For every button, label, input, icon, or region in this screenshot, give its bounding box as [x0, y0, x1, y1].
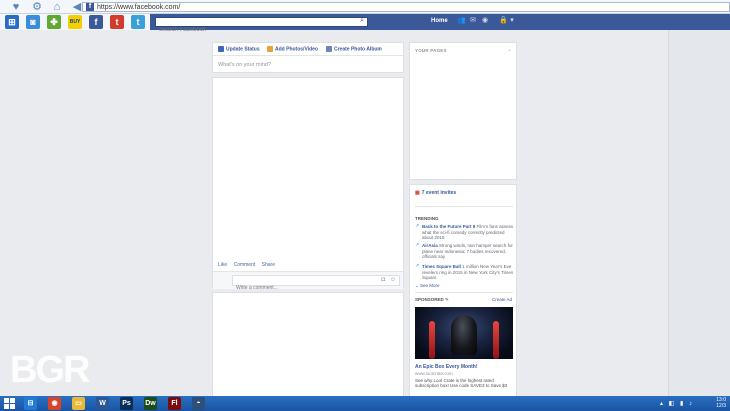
notifications-icon[interactable]: ◉ [481, 17, 489, 25]
calendar-icon: ▦ [415, 190, 420, 196]
messages-icon[interactable]: ✉ [469, 17, 477, 25]
update-status-button[interactable]: Update Status [218, 46, 260, 52]
facebook-icon[interactable]: f [89, 15, 103, 29]
sponsored-label: SPONSORED [415, 297, 444, 302]
news-feed-post [212, 292, 404, 397]
word-icon[interactable]: W [96, 397, 109, 410]
see-more-link[interactable]: ⌄ See More [415, 283, 440, 289]
start-button[interactable] [4, 398, 15, 409]
grid-app-icon[interactable]: ✤ [47, 15, 61, 29]
photoshop-icon[interactable]: Ps [120, 397, 133, 410]
app-icon[interactable]: ◓ [192, 397, 205, 410]
friend-requests-icon[interactable]: 👥 [457, 17, 466, 25]
divider [415, 292, 513, 293]
status-input[interactable]: What's on your mind? [218, 62, 271, 68]
home-icon[interactable]: ⌂ [51, 1, 63, 13]
bestbuy-icon[interactable]: BUY [68, 15, 82, 29]
lightsaber-glow [429, 321, 435, 359]
windows-logo-pane [10, 398, 15, 403]
trending-item[interactable]: ↗ Back to the Future Part II Film's fans… [415, 223, 515, 241]
twitter-icon[interactable]: t [131, 15, 145, 29]
ad-title[interactable]: An Epic Box Every Month! [415, 364, 478, 370]
add-photos-button[interactable]: Add Photos/Video [267, 46, 318, 52]
app-icon[interactable]: ◙ [26, 15, 40, 29]
favorites-heart-icon[interactable]: ♥ [10, 1, 22, 13]
your-pages-panel: YOUR PAGES ⌄ [409, 42, 517, 180]
windows-logo-pane [10, 404, 15, 409]
chat-sidebar [668, 30, 730, 396]
edit-icon [218, 46, 224, 52]
comment-box[interactable]: ◘ ☺ [232, 275, 400, 293]
search-box[interactable]: ⌕ [155, 17, 368, 34]
trending-title[interactable]: Back to the Future Part II [422, 224, 475, 229]
dreamweaver-icon[interactable]: Dw [144, 397, 157, 410]
divider [213, 55, 403, 56]
clock[interactable]: 13:0 12/3 [716, 397, 726, 409]
share-button[interactable]: Share [262, 262, 275, 268]
trending-header: TRENDING [415, 216, 439, 221]
trending-title[interactable]: Times Square Ball [422, 264, 461, 269]
tumblr-icon[interactable]: t [110, 15, 124, 29]
trending-arrow-icon: ↗ [415, 223, 420, 229]
edit-pencil-icon[interactable]: ✎ [445, 297, 449, 302]
facebook-top-bar: ⌕ Home 👥 ✉ ◉ 🔒 ▾ [150, 14, 730, 34]
right-sidebar-panel: ▦ 7 event invites TRENDING ↗ Back to the … [409, 184, 517, 398]
search-input[interactable] [156, 26, 346, 34]
your-pages-header: YOUR PAGES [415, 48, 447, 53]
explorer-app-icon[interactable]: ⊟ [24, 397, 37, 410]
event-invites-link[interactable]: ▦ 7 event invites [415, 190, 456, 196]
sponsored-header: SPONSORED ✎ [415, 297, 449, 303]
update-status-label: Update Status [226, 46, 260, 53]
lock-icon[interactable]: 🔒 [499, 17, 508, 25]
create-ad-link[interactable]: Create Ad [492, 297, 512, 302]
comment-area: ◘ ☺ [213, 271, 403, 293]
facebook-favicon-icon: f [86, 3, 94, 11]
windows-logo-pane [4, 404, 9, 409]
status-composer: Update Status Add Photos/Video Create Ph… [212, 42, 404, 73]
photo-icon [267, 46, 273, 52]
darth-vader-helmet [451, 315, 477, 355]
add-photos-label: Add Photos/Video [275, 46, 318, 53]
create-album-label: Create Photo Album [334, 46, 382, 53]
chevron-down-icon[interactable]: ▾ [508, 17, 516, 25]
system-tray-icons[interactable]: ▴ ◧ ▮ ♪ [660, 400, 694, 407]
flash-icon[interactable]: Fl [168, 397, 181, 410]
post-actions: Like Comment Share [218, 262, 280, 268]
news-feed-post: Like Comment Share ◘ ☺ [212, 77, 404, 293]
ad-image[interactable] [415, 307, 513, 359]
create-album-button[interactable]: Create Photo Album [326, 46, 382, 52]
ad-description: See why Loot Crate is the highest rated … [415, 378, 508, 389]
bgr-watermark: BGR [10, 349, 90, 391]
camera-icon[interactable]: ◘ [381, 277, 385, 283]
like-button[interactable]: Like [218, 262, 227, 268]
ad-url[interactable]: www.lootcrate.com [415, 371, 453, 376]
album-icon [326, 46, 332, 52]
clock-date: 12/3 [716, 403, 726, 409]
see-more-label: See More [420, 283, 440, 288]
settings-gear-icon[interactable]: ⚙ [31, 1, 43, 13]
address-bar[interactable]: f https://www.facebook.com/ [82, 2, 730, 12]
event-invites-label: 7 event invites [421, 190, 457, 196]
chevron-down-icon[interactable]: ⌄ [507, 46, 512, 53]
comment-button[interactable]: Comment [234, 262, 256, 268]
trending-item[interactable]: ↗ Times Square Ball 1 million New Year's… [415, 263, 515, 281]
divider [415, 206, 513, 207]
url-text: https://www.facebook.com/ [97, 4, 181, 11]
trending-arrow-icon: ↗ [415, 242, 420, 248]
favorites-bar: ⊞ ◙ ✤ BUY f t t [0, 14, 155, 30]
windows-taskbar: ▴ ◧ ▮ ♪ 13:0 12/3 ⊟ ◉ ▭ W Ps Dw Fl ◓ [0, 396, 730, 411]
home-link[interactable]: Home [431, 18, 448, 24]
trending-title[interactable]: AirAsia [422, 243, 438, 248]
emoji-icon[interactable]: ☺ [390, 277, 396, 283]
windows-logo-pane [4, 398, 9, 403]
chrome-icon[interactable]: ◉ [48, 397, 61, 410]
file-explorer-icon[interactable]: ▭ [72, 397, 85, 410]
lightsaber-glow [493, 321, 499, 359]
browser-toolbar: ♥ ⚙ ⌂ ◀ f https://www.facebook.com/ [0, 0, 730, 14]
search-icon[interactable]: ⌕ [360, 17, 364, 25]
trending-item[interactable]: ↗ AirAsia Strong winds, rain hamper sear… [415, 242, 515, 260]
trending-arrow-icon: ↗ [415, 263, 420, 269]
windows-logo[interactable]: ⊞ [5, 15, 19, 29]
